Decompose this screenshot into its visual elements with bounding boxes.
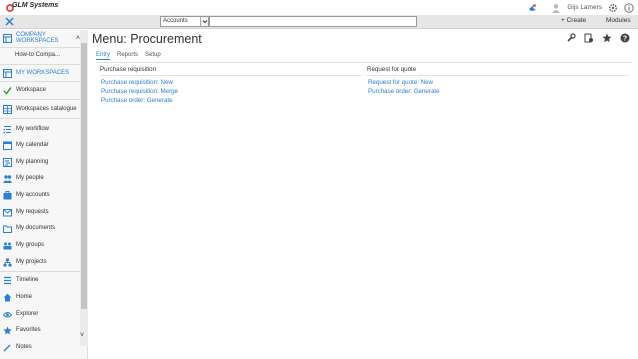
menu-column-purchase-requisition: Purchase requisition Purchase requisitio… — [100, 66, 362, 105]
divider — [96, 62, 632, 63]
sidebar-item-company-workspaces[interactable]: COMPANY WORKSPACES ˄ — [0, 30, 80, 46]
scroll-down-icon[interactable]: ˅ — [80, 332, 84, 339]
link-purchase-order-generate[interactable]: Purchase order: Generate — [101, 96, 362, 105]
sidebar-item-timeline[interactable]: Timeline — [0, 272, 80, 288]
star-icon — [3, 326, 12, 335]
sidebar-item-favorites[interactable]: Favorites — [0, 322, 80, 338]
tab-setup[interactable]: Setup — [145, 52, 161, 60]
sidebar-item-my-groups[interactable]: My groups — [0, 237, 80, 253]
documents-icon — [3, 224, 12, 233]
favorite-star-icon[interactable] — [602, 33, 612, 43]
sidebar-item-my-accounts[interactable]: My accounts — [0, 187, 80, 203]
tab-reports[interactable]: Reports — [117, 52, 138, 60]
top-bar: GLM Systems Gijs Lamers — [0, 0, 638, 15]
planning-icon — [3, 157, 12, 167]
link-purchase-requisition-merge[interactable]: Purchase requisition: Merge — [101, 87, 362, 96]
sidebar-item-explorer[interactable]: Explorer — [0, 306, 80, 322]
sidebar: COMPANY WORKSPACES ˄ How-to Compa... MY … — [0, 30, 88, 359]
timeline-icon — [3, 276, 12, 285]
wrench-icon[interactable] — [566, 33, 576, 43]
calendar-icon — [3, 141, 12, 150]
link-purchase-order-generate[interactable]: Purchase order: Generate — [368, 87, 629, 96]
sidebar-item-my-documents[interactable]: My documents — [0, 220, 80, 236]
explorer-icon — [3, 310, 12, 319]
settings-document-icon[interactable] — [584, 33, 594, 43]
sidebar-item-my-workspaces[interactable]: MY WORKSPACES — [0, 65, 80, 81]
notification-icon[interactable] — [527, 3, 537, 13]
create-button[interactable]: + Create — [561, 17, 586, 24]
sidebar-item-home[interactable]: Home — [0, 289, 80, 305]
workflow-icon — [3, 125, 12, 134]
groups-icon — [3, 241, 12, 250]
page-actions: ? — [566, 33, 630, 43]
accounts-icon — [3, 190, 12, 200]
link-purchase-requisition-new[interactable]: Purchase requisition: New — [101, 78, 362, 87]
catalogue-icon — [3, 104, 12, 114]
user-avatar-icon[interactable] — [551, 3, 561, 13]
menu-column-request-for-quote: Request for quote Request for quote: New… — [367, 66, 629, 96]
logo-text: GLM Systems — [12, 2, 59, 9]
top-right-tools: Gijs Lamers — [527, 2, 634, 13]
search-input[interactable] — [209, 16, 417, 27]
search-bar-row: Accounts + Create Modules — [0, 15, 638, 29]
sidebar-item-my-people[interactable]: My people — [0, 170, 80, 186]
column-heading: Purchase requisition — [100, 66, 362, 76]
sidebar-item-my-requests[interactable]: My requests — [0, 204, 80, 220]
sidebar-item-how-to-company[interactable]: How-to Compa... — [0, 47, 80, 63]
sidebar-item-workspaces-catalogue[interactable]: Workspaces catalogue — [0, 101, 80, 117]
svg-text:?: ? — [623, 36, 627, 43]
chevron-down-icon — [200, 17, 208, 26]
info-icon[interactable] — [624, 2, 634, 13]
gear-icon[interactable] — [608, 3, 618, 13]
people-icon — [3, 174, 12, 183]
notes-icon — [3, 343, 12, 352]
search-scope-select[interactable]: Accounts — [160, 16, 209, 27]
sidebar-item-my-calendar[interactable]: My calendar — [0, 137, 80, 153]
page-title: Menu: Procurement — [92, 32, 202, 46]
column-heading: Request for quote — [367, 66, 629, 76]
sidebar-scrollbar-thumb[interactable] — [81, 43, 87, 309]
home-icon — [3, 293, 12, 302]
sidebar-item-my-planning[interactable]: My planning — [0, 154, 80, 170]
close-icon[interactable] — [4, 16, 15, 27]
user-name[interactable]: Gijs Lamers — [567, 4, 602, 11]
search-scope-value: Accounts — [163, 18, 188, 24]
workspace-grid-icon — [3, 68, 12, 78]
modules-button[interactable]: Modules — [606, 17, 631, 24]
requests-icon — [3, 208, 12, 217]
tab-bar: Entry Reports Setup — [96, 52, 161, 60]
projects-icon — [3, 258, 12, 267]
tab-entry[interactable]: Entry — [96, 52, 111, 60]
check-icon — [3, 86, 12, 95]
sidebar-item-workspace[interactable]: Workspace — [0, 82, 80, 98]
main-content: Menu: Procurement ? Entry Reports Setup … — [90, 30, 638, 359]
sidebar-item-notes[interactable]: Notes — [0, 339, 80, 355]
workspace-grid-icon — [3, 33, 12, 43]
sidebar-item-my-projects[interactable]: My projects — [0, 254, 80, 270]
link-request-for-quote-new[interactable]: Request for quote: New — [368, 78, 629, 87]
sidebar-item-my-workflow[interactable]: My workflow — [0, 121, 80, 137]
help-icon[interactable]: ? — [620, 33, 630, 43]
